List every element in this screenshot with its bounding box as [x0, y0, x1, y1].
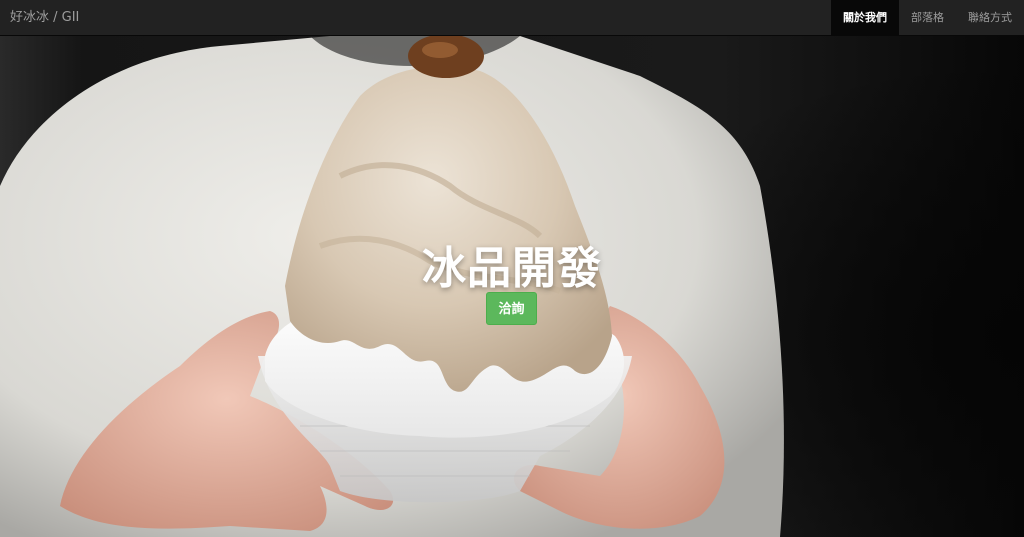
top-navbar: 好冰冰 / GII 關於我們 部落格 聯絡方式 [0, 0, 1024, 36]
hero-title: 冰品開發 [422, 243, 602, 294]
brand-link[interactable]: 好冰冰 / GII [10, 0, 79, 35]
nav-item-blog[interactable]: 部落格 [899, 0, 956, 35]
hero-banner: 冰品開發 洽詢 [0, 36, 1024, 537]
nav-item-contact[interactable]: 聯絡方式 [956, 0, 1024, 35]
nav-menu: 關於我們 部落格 聯絡方式 [831, 0, 1024, 35]
inquiry-button[interactable]: 洽詢 [486, 292, 537, 325]
nav-item-about[interactable]: 關於我們 [831, 0, 899, 35]
